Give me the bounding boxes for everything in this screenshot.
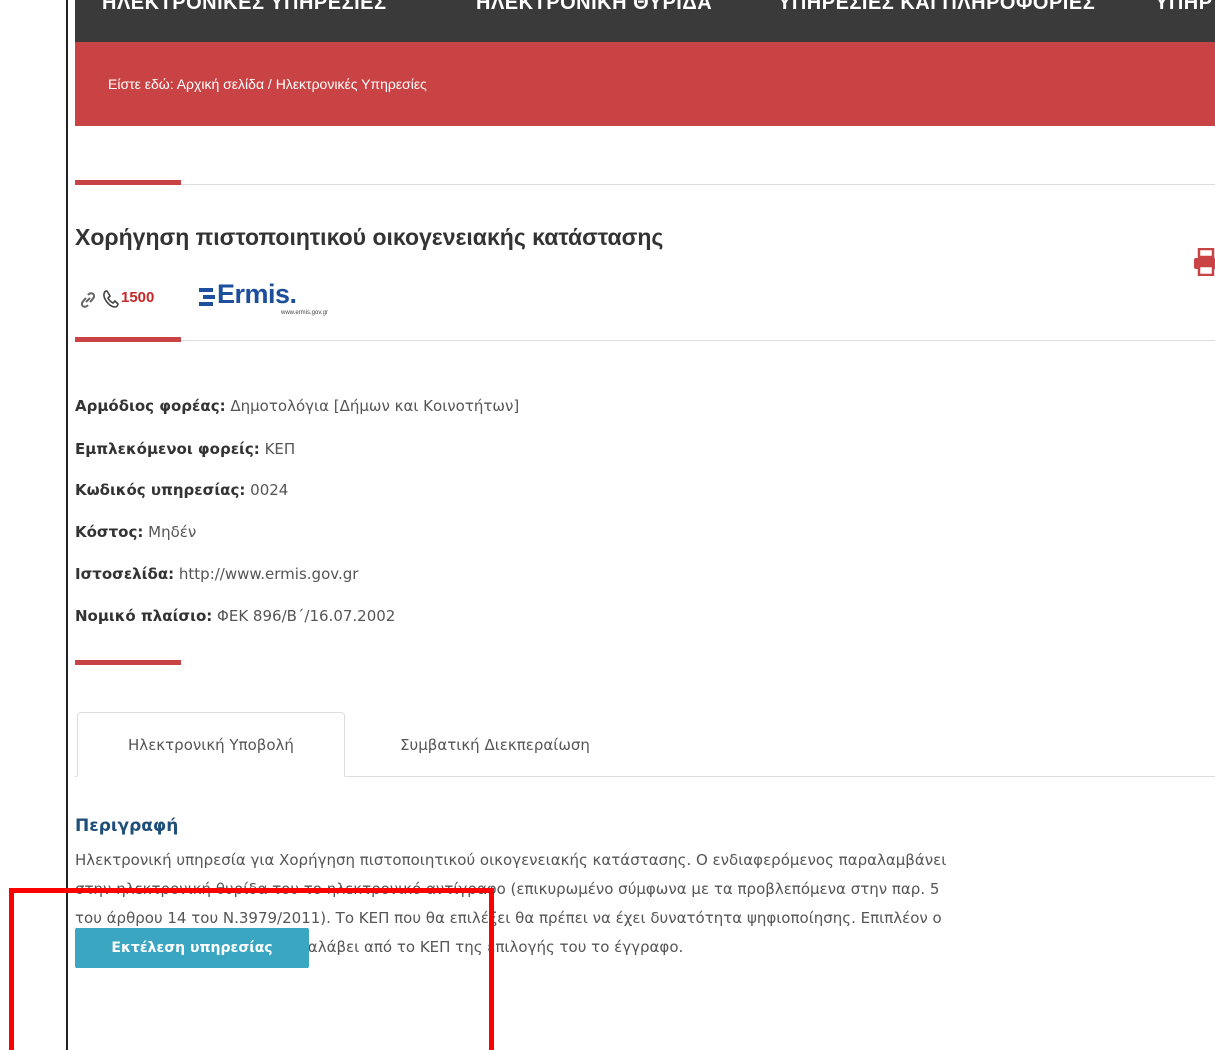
info-label: Κόστος:	[75, 523, 144, 541]
ermis-logo-text: Ermis.	[217, 279, 297, 309]
info-label: Αρμόδιος φορέας:	[75, 397, 226, 415]
info-label: Ιστοσελίδα:	[75, 565, 175, 583]
tab-electronic-submission[interactable]: Ηλεκτρονική Υποβολή	[77, 712, 345, 777]
nav-item-electronic-box[interactable]: ΗΛΕΚΤΡΟΝΙΚΗ ΘΥΡΙΔΑ	[476, 0, 712, 15]
info-competent-body: Αρμόδιος φορέας: Δημοτολόγια [Δήμων και …	[75, 397, 519, 415]
ermis-logo-subtext: www.ermis.gov.gr	[281, 310, 328, 316]
divider	[75, 340, 1215, 341]
nav-item-services-info[interactable]: ΥΠΗΡΕΣΙΕΣ ΚΑΙ ΠΛΗΡΟΦΟΡΙΕΣ	[778, 0, 1095, 15]
info-label: Νομικό πλαίσιο:	[75, 607, 213, 625]
divider-accent	[75, 337, 181, 342]
info-service-code: Κωδικός υπηρεσίας: 0024	[75, 481, 288, 499]
top-navigation: ΗΛΕΚΤΡΟΝΙΚΕΣ ΥΠΗΡΕΣΙΕΣ ΗΛΕΚΤΡΟΝΙΚΗ ΘΥΡΙΔ…	[75, 0, 1215, 42]
link-icon[interactable]	[78, 290, 98, 314]
divider-accent	[75, 180, 181, 185]
info-value[interactable]: http://www.ermis.gov.gr	[179, 565, 359, 583]
page-title: Χορήγηση πιστοποιητικού οικογενειακής κα…	[75, 224, 664, 250]
print-icon[interactable]	[1194, 247, 1215, 280]
tab-conventional-processing[interactable]: Συμβατική Διεκπεραίωση	[345, 712, 645, 777]
info-value: 0024	[250, 481, 289, 499]
info-value: Μηδέν	[148, 523, 197, 541]
info-label: Κωδικός υπηρεσίας:	[75, 481, 246, 499]
info-website: Ιστοσελίδα: http://www.ermis.gov.gr	[75, 565, 358, 583]
info-label: Εμπλεκόμενοι φορείς:	[75, 440, 260, 458]
breadcrumb: Είστε εδώ: Αρχική σελίδα / Ηλεκτρονικές …	[108, 76, 427, 92]
page: ΗΛΕΚΤΡΟΝΙΚΕΣ ΥΠΗΡΕΣΙΕΣ ΗΛΕΚΤΡΟΝΙΚΗ ΘΥΡΙΔ…	[0, 0, 1215, 1050]
description-title: Περιγραφή	[75, 816, 179, 836]
info-value: Δημοτολόγια [Δήμων και Κοινοτήτων]	[230, 397, 520, 415]
phone-icon	[102, 289, 120, 313]
divider-accent	[75, 660, 181, 665]
info-cost: Κόστος: Μηδέν	[75, 523, 196, 541]
nav-item-truncated[interactable]: ΥΠΗΡ	[1155, 0, 1213, 15]
breadcrumb-bar: Είστε εδώ: Αρχική σελίδα / Ηλεκτρονικές …	[75, 42, 1215, 126]
divider	[75, 184, 1215, 185]
info-involved-bodies: Εμπλεκόμενοι φορείς: ΚΕΠ	[75, 440, 295, 458]
nav-item-electronic-services[interactable]: ΗΛΕΚΤΡΟΝΙΚΕΣ ΥΠΗΡΕΣΙΕΣ	[102, 0, 386, 15]
info-value: ΦΕΚ 896/Β΄/16.07.2002	[217, 607, 396, 625]
info-value: ΚΕΠ	[264, 440, 296, 458]
info-legal-framework: Νομικό πλαίσιο: ΦΕΚ 896/Β΄/16.07.2002	[75, 607, 395, 625]
description-line: Ηλεκτρονική υπηρεσία για Χορήγηση πιστοπ…	[75, 851, 947, 869]
highlight-box	[9, 888, 494, 1050]
helpline-number: 1500	[121, 289, 155, 306]
